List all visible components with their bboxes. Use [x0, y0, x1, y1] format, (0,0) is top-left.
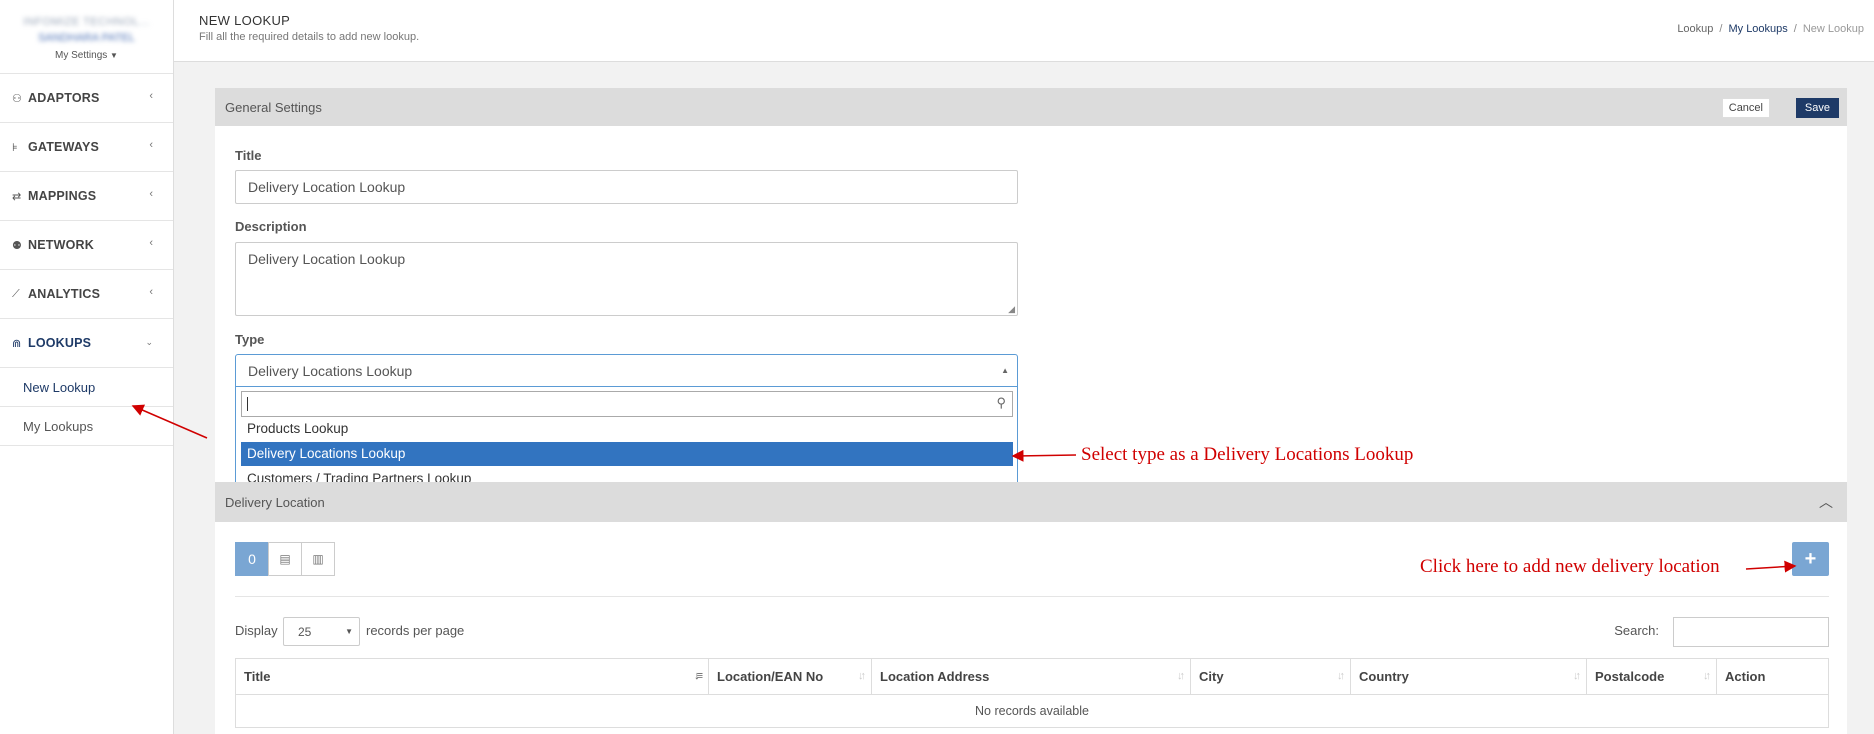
- binoculars-icon: ⋒: [12, 337, 22, 350]
- delivery-location-panel: Delivery Location ︿ 0 ▤ ▥ + Display 25 ▼…: [215, 482, 1847, 734]
- sidebar-item-label: LOOKUPS: [28, 336, 92, 350]
- sidebar-item-label: MAPPINGS: [28, 189, 97, 203]
- sort-icon: ↓↑: [858, 670, 866, 682]
- sort-icon: ↓↑: [1337, 670, 1345, 682]
- description-label: Description: [235, 219, 307, 234]
- chevron-up-icon[interactable]: ︿: [1819, 492, 1833, 512]
- caret-up-icon: ▲: [1001, 366, 1009, 375]
- sidebar-item-label: ANALYTICS: [28, 287, 101, 301]
- title-input[interactable]: Delivery Location Lookup: [235, 170, 1018, 204]
- title-label: Title: [235, 148, 262, 163]
- delivery-location-header[interactable]: Delivery Location ︿: [215, 482, 1847, 522]
- sidebar: INFOMIZE TECHNOL... SANDHARA PATEL My Se…: [0, 0, 174, 734]
- general-settings-panel: General Settings Cancel Save Title Deliv…: [215, 88, 1847, 532]
- sidebar-subitem-my-lookups[interactable]: My Lookups: [0, 407, 173, 446]
- column-header-postalcode[interactable]: Postalcode ↓↑: [1586, 658, 1717, 695]
- my-settings-label: My Settings: [55, 50, 108, 61]
- sidebar-item-label: GATEWAYS: [28, 140, 100, 154]
- breadcrumb-separator: /: [1793, 23, 1797, 35]
- add-annotation: Click here to add new delivery location: [1420, 556, 1720, 577]
- user-name[interactable]: SANDHARA PATEL: [0, 32, 173, 44]
- sort-icon: ↓↑: [1573, 670, 1581, 682]
- type-option-delivery-locations[interactable]: Delivery Locations Lookup: [241, 442, 1013, 466]
- user-panel: INFOMIZE TECHNOL... SANDHARA PATEL My Se…: [0, 0, 173, 74]
- line-chart-icon: ⟋: [12, 287, 20, 300]
- table-header-row: Title ↓≡ Location/EAN No ↓↑ Location Addre…: [235, 658, 1829, 695]
- breadcrumb-current: New Lookup: [1802, 23, 1864, 35]
- description-textarea[interactable]: Delivery Location Lookup ◢: [235, 242, 1018, 316]
- page-subtitle: Fill all the required details to add new…: [199, 31, 420, 43]
- signpost-icon: ⊧: [12, 141, 18, 154]
- puzzle-icon: ⚇: [12, 92, 22, 105]
- table-search-input[interactable]: [1673, 617, 1829, 647]
- general-settings-header: General Settings Cancel Save: [215, 88, 1847, 126]
- column-header-city[interactable]: City ↓↑: [1190, 658, 1351, 695]
- chevron-left-icon: ‹: [149, 90, 153, 102]
- exchange-icon: ⇄: [12, 190, 22, 203]
- text-cursor: [247, 397, 248, 411]
- search-icon: ⚲: [996, 395, 1006, 410]
- divider: [235, 596, 1829, 597]
- type-option-products[interactable]: Products Lookup: [241, 417, 1013, 441]
- page-header: NEW LOOKUP Fill all the required details…: [174, 0, 1874, 62]
- type-search-input[interactable]: ⚲: [241, 391, 1013, 417]
- record-count-button[interactable]: 0: [235, 542, 269, 576]
- cancel-button[interactable]: Cancel: [1721, 98, 1770, 118]
- sidebar-item-network[interactable]: ⚉ NETWORK ‹: [0, 221, 173, 270]
- column-header-title[interactable]: Title ↓≡: [235, 658, 709, 695]
- users-icon: ⚉: [12, 239, 22, 252]
- display-label: Display: [235, 623, 278, 638]
- sidebar-item-lookups[interactable]: ⋒ LOOKUPS ⌄: [0, 319, 173, 368]
- type-annotation: Select type as a Delivery Locations Look…: [1081, 444, 1414, 465]
- caret-down-icon: ▼: [110, 51, 118, 60]
- my-settings-dropdown[interactable]: My Settings ▼: [55, 50, 118, 61]
- save-button[interactable]: Save: [1795, 98, 1839, 118]
- records-per-page-label: records per page: [366, 623, 465, 638]
- chevron-left-icon: ‹: [149, 188, 153, 200]
- column-header-location-address[interactable]: Location Address ↓↑: [871, 658, 1191, 695]
- column-header-location-ean[interactable]: Location/EAN No ↓↑: [708, 658, 872, 695]
- type-selected-value: Delivery Locations Lookup: [248, 363, 413, 379]
- chevron-down-icon: ⌄: [145, 337, 153, 347]
- page-title: NEW LOOKUP: [199, 13, 291, 28]
- general-settings-title: General Settings: [225, 99, 322, 115]
- add-delivery-location-button[interactable]: +: [1792, 542, 1829, 576]
- sidebar-item-adaptors[interactable]: ⚇ ADAPTORS ‹: [0, 74, 173, 123]
- breadcrumb: Lookup / My Lookups / New Lookup: [1677, 23, 1864, 35]
- chevron-left-icon: ‹: [149, 286, 153, 298]
- caret-down-icon: ▼: [345, 627, 353, 636]
- sort-icon: ↓↑: [1177, 670, 1185, 682]
- per-page-value: 25: [298, 625, 312, 639]
- breadcrumb-separator: /: [1719, 23, 1723, 35]
- user-company: INFOMIZE TECHNOL...: [23, 16, 150, 28]
- sidebar-item-label: NETWORK: [28, 238, 94, 252]
- empty-table-message: No records available: [235, 694, 1829, 728]
- chevron-left-icon: ‹: [149, 237, 153, 249]
- sidebar-item-gateways[interactable]: ⊧ GATEWAYS ‹: [0, 123, 173, 172]
- description-value: Delivery Location Lookup: [248, 251, 406, 267]
- sidebar-item-label: ADAPTORS: [28, 91, 100, 105]
- sidebar-item-analytics[interactable]: ⟋ ANALYTICS ‹: [0, 270, 173, 319]
- excel-export-icon[interactable]: ▤: [268, 542, 302, 576]
- breadcrumb-lookup[interactable]: Lookup: [1677, 23, 1713, 35]
- table-row: No records available: [235, 694, 1829, 728]
- sidebar-item-mappings[interactable]: ⇄ MAPPINGS ‹: [0, 172, 173, 221]
- breadcrumb-my-lookups[interactable]: My Lookups: [1728, 23, 1787, 35]
- chevron-left-icon: ‹: [149, 139, 153, 151]
- column-header-action: Action: [1716, 658, 1829, 695]
- resize-handle-icon[interactable]: ◢: [1008, 304, 1015, 315]
- pdf-export-icon[interactable]: ▥: [301, 542, 335, 576]
- sort-asc-icon: ↓≡: [694, 670, 703, 682]
- column-header-country[interactable]: Country ↓↑: [1350, 658, 1587, 695]
- type-select[interactable]: Delivery Locations Lookup ▲: [235, 354, 1018, 387]
- delivery-location-title: Delivery Location: [225, 494, 325, 510]
- delivery-location-table: Title ↓≡ Location/EAN No ↓↑ Location Addre…: [235, 658, 1829, 728]
- type-label: Type: [235, 332, 265, 347]
- sidebar-subitem-new-lookup[interactable]: New Lookup: [0, 368, 173, 407]
- sort-icon: ↓↑: [1703, 670, 1711, 682]
- search-label: Search:: [1614, 623, 1659, 638]
- export-toolbar: 0 ▤ ▥: [235, 542, 335, 576]
- per-page-select[interactable]: 25 ▼: [283, 617, 360, 646]
